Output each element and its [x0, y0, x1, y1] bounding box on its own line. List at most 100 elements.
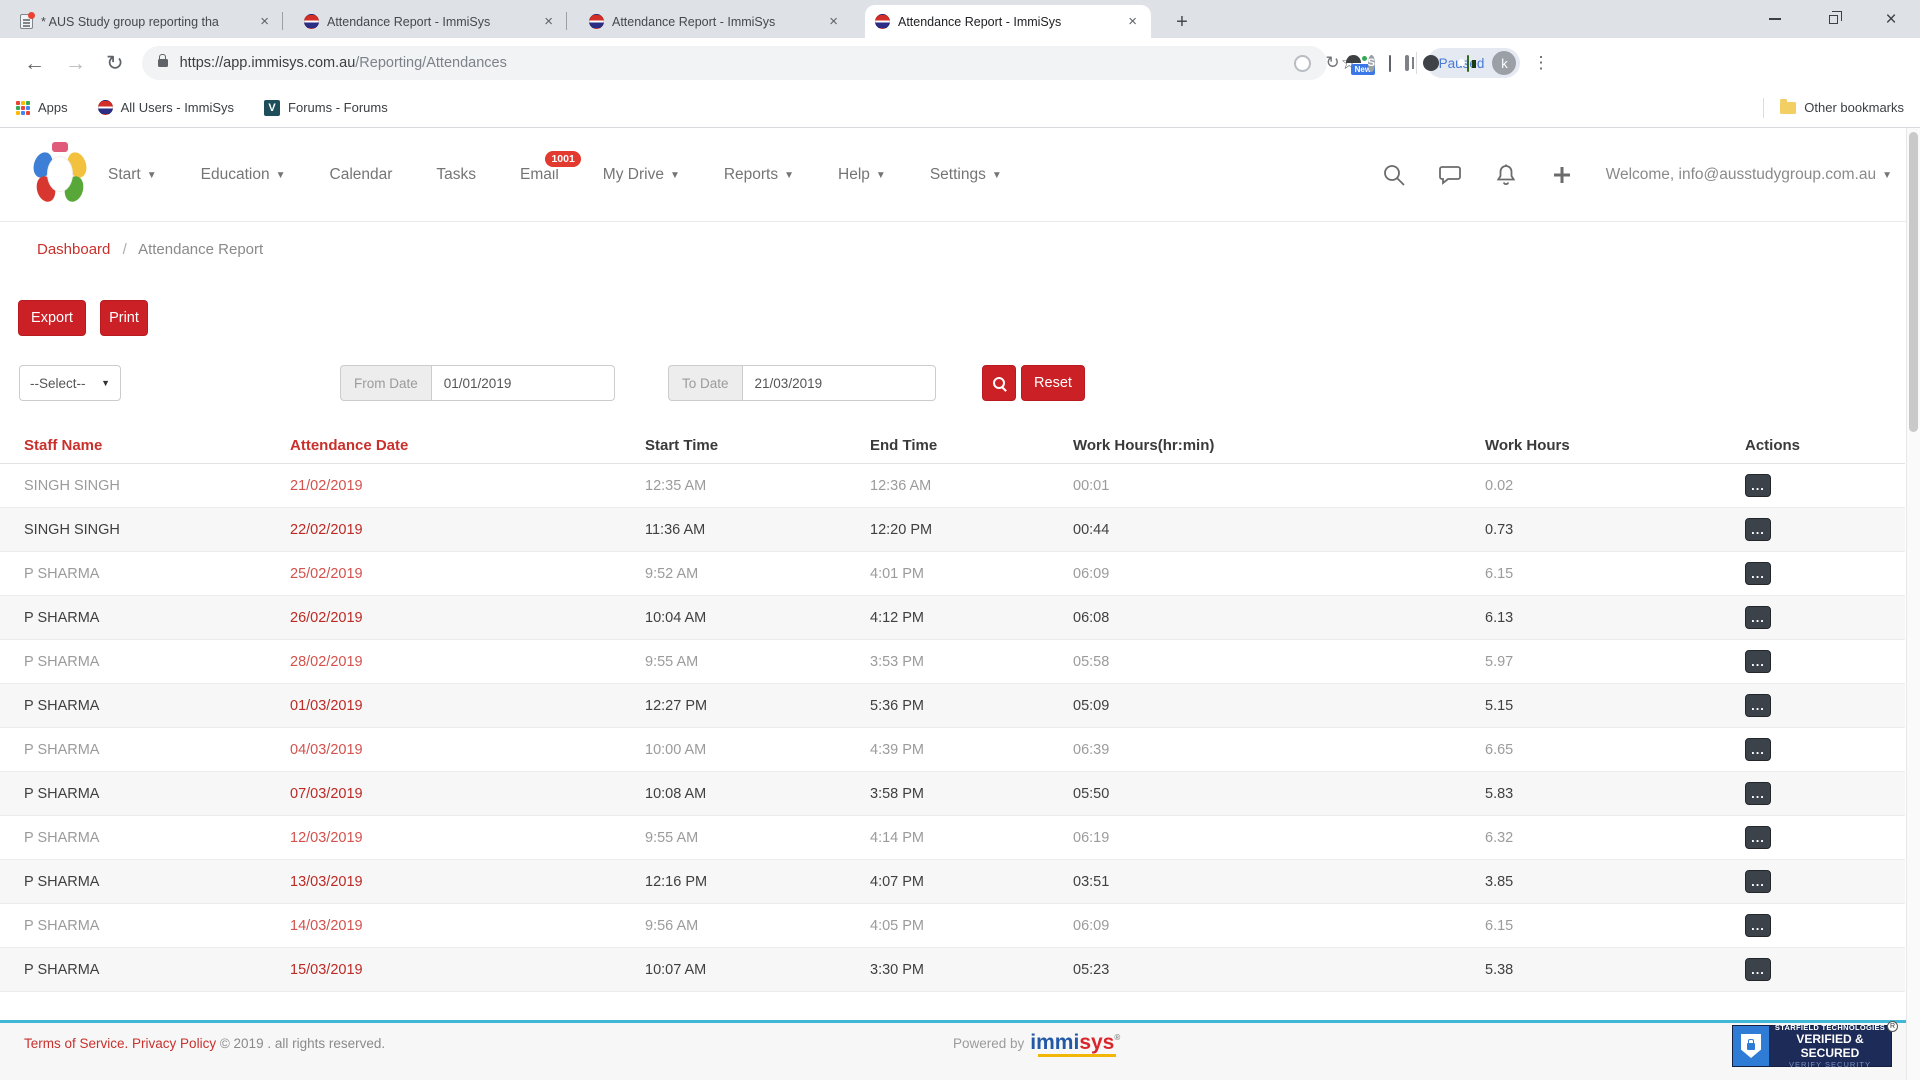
nav-item-help[interactable]: Help▼ [838, 166, 886, 184]
row-actions-button[interactable]: ... [1745, 782, 1771, 805]
tab-separator [566, 12, 567, 30]
column-header-work-hours[interactable]: Work Hours [1485, 437, 1745, 454]
other-bookmarks[interactable]: Other bookmarks [1763, 98, 1904, 118]
column-header-end-time[interactable]: End Time [870, 437, 1073, 454]
column-header-staff-name[interactable]: Staff Name [24, 437, 290, 454]
address-bar[interactable]: https://app.immisys.com.au/Reporting/Att… [142, 46, 1327, 80]
tab-close-icon[interactable]: × [540, 12, 557, 31]
nav-item-education[interactable]: Education▼ [201, 166, 286, 184]
column-header-start-time[interactable]: Start Time [645, 437, 870, 454]
cell-end-time: 3:58 PM [870, 786, 1073, 802]
table-row: P SHARMA 14/03/2019 9:56 AM 4:05 PM 06:0… [0, 904, 1905, 948]
column-header-attendance-date[interactable]: Attendance Date [290, 437, 645, 454]
cell-staff-name: P SHARMA [24, 874, 290, 890]
tab-title: * AUS Study group reporting tha [41, 15, 248, 29]
extension-gear-icon[interactable] [1423, 53, 1439, 73]
nav-item-settings[interactable]: Settings▼ [930, 166, 1002, 184]
print-button[interactable]: Print [100, 300, 148, 336]
cell-work-hours-hrmin: 06:39 [1073, 742, 1485, 758]
minimize-button[interactable] [1746, 0, 1804, 38]
new-tab-button[interactable]: + [1168, 8, 1196, 36]
cell-attendance-date: 12/03/2019 [290, 830, 645, 846]
reset-button[interactable]: Reset [1021, 365, 1085, 401]
bell-icon[interactable] [1494, 163, 1518, 187]
close-button[interactable]: × [1862, 0, 1920, 38]
column-header-work-hours-hrmin[interactable]: Work Hours(hr:min) [1073, 437, 1485, 454]
nav-item-tasks[interactable]: Tasks [436, 166, 476, 184]
row-actions-button[interactable]: ... [1745, 606, 1771, 629]
seal-verify-security: VERIFY SECURITY [1769, 1060, 1891, 1069]
page-scrollbar[interactable] [1906, 128, 1920, 1080]
bookmark-apps[interactable]: Apps [16, 100, 68, 115]
browser-tab-4-active[interactable]: Attendance Report - ImmiSys × [865, 5, 1151, 38]
bookmark-all-users[interactable]: All Users - ImmiSys [98, 100, 234, 115]
reload-button[interactable]: ↻ [106, 53, 124, 74]
extension-grid-icon[interactable] [1405, 55, 1409, 71]
verified-secured-seal[interactable]: STARFIELD TECHNOLOGIES VERIFIED & SECURE… [1732, 1025, 1892, 1067]
back-button[interactable]: ← [24, 53, 45, 74]
browser-tab-3[interactable]: Attendance Report - ImmiSys × [579, 5, 852, 38]
seal-company: STARFIELD TECHNOLOGIES [1769, 1023, 1891, 1032]
search-icon[interactable] [1382, 163, 1406, 187]
cell-work-hours: 6.32 [1485, 830, 1745, 846]
extension-recycle-icon[interactable]: ↻ [1325, 53, 1339, 73]
browser-tab-2[interactable]: Attendance Report - ImmiSys × [294, 5, 567, 38]
row-actions-button[interactable]: ... [1745, 958, 1771, 981]
row-actions-button[interactable]: ... [1745, 650, 1771, 673]
tab-close-icon[interactable]: × [1124, 12, 1141, 31]
table-row: P SHARMA 13/03/2019 12:16 PM 4:07 PM 03:… [0, 860, 1905, 904]
terms-link[interactable]: Terms of Service. [24, 1036, 128, 1051]
nav-item-email[interactable]: Email1001 [520, 166, 559, 184]
cell-work-hours-hrmin: 06:19 [1073, 830, 1485, 846]
scrollbar-thumb[interactable] [1909, 132, 1918, 432]
cell-start-time: 10:07 AM [645, 962, 870, 978]
to-date-input[interactable] [742, 365, 936, 401]
from-date-input[interactable] [431, 365, 615, 401]
cell-attendance-date: 04/03/2019 [290, 742, 645, 758]
extensions-row: ↻NewS [1379, 53, 1399, 73]
cell-work-hours: 6.15 [1485, 566, 1745, 582]
browser-tab-1[interactable]: * AUS Study group reporting tha × [10, 5, 283, 38]
chat-icon[interactable] [1438, 163, 1462, 187]
cell-work-hours-hrmin: 06:09 [1073, 566, 1485, 582]
row-actions-button[interactable]: ... [1745, 562, 1771, 585]
row-actions-button[interactable]: ... [1745, 914, 1771, 937]
export-button[interactable]: Export [18, 300, 86, 336]
cell-start-time: 10:04 AM [645, 610, 870, 626]
extension-sheet-icon[interactable] [1389, 55, 1391, 72]
nav-item-my-drive[interactable]: My Drive▼ [603, 166, 680, 184]
row-actions-button[interactable]: ... [1745, 694, 1771, 717]
privacy-link[interactable]: Privacy Policy [132, 1036, 216, 1051]
extension-circle-icon[interactable] [1294, 53, 1311, 73]
aus-study-group-logo[interactable] [34, 142, 86, 204]
staff-select-dropdown[interactable]: --Select-- ▼ [19, 365, 121, 401]
row-actions-button[interactable]: ... [1745, 826, 1771, 849]
row-actions-button[interactable]: ... [1745, 738, 1771, 761]
row-actions-button[interactable]: ... [1745, 474, 1771, 497]
breadcrumb-separator: / [123, 241, 127, 258]
extension-skype-icon[interactable]: S [1368, 55, 1375, 72]
cell-start-time: 12:16 PM [645, 874, 870, 890]
breadcrumb-dashboard-link[interactable]: Dashboard [37, 241, 110, 258]
extension-green-icon[interactable] [1467, 55, 1469, 72]
cell-work-hours-hrmin: 05:09 [1073, 698, 1485, 714]
row-actions-button[interactable]: ... [1745, 870, 1771, 893]
forward-button[interactable]: → [65, 53, 86, 74]
search-button[interactable] [982, 365, 1016, 401]
restore-button[interactable] [1804, 0, 1862, 38]
nav-item-reports[interactable]: Reports▼ [724, 166, 794, 184]
to-date-group: To Date [668, 365, 936, 401]
cell-end-time: 4:01 PM [870, 566, 1073, 582]
row-actions-button[interactable]: ... [1745, 518, 1771, 541]
cell-end-time: 12:20 PM [870, 522, 1073, 538]
nav-item-calendar[interactable]: Calendar [330, 166, 393, 184]
tab-separator [282, 12, 283, 30]
nav-item-start[interactable]: Start▼ [108, 166, 157, 184]
welcome-account-menu[interactable]: Welcome, info@ausstudygroup.com.au▼ [1606, 166, 1892, 184]
immisys-favicon-icon [304, 14, 319, 29]
tab-close-icon[interactable]: × [256, 12, 273, 31]
bookmark-forums[interactable]: V Forums - Forums [264, 100, 388, 116]
tab-close-icon[interactable]: × [825, 12, 842, 31]
browser-menu-icon[interactable]: ⋮ [1532, 53, 1549, 73]
add-icon[interactable] [1550, 163, 1574, 187]
